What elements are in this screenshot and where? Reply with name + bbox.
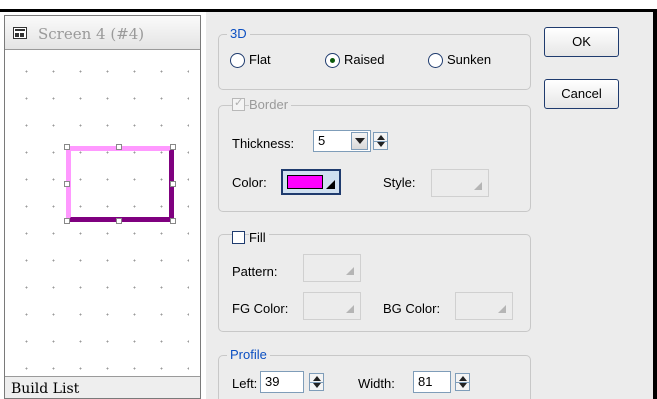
build-list-label: Build List <box>11 381 80 397</box>
spinner-icon[interactable] <box>455 373 470 391</box>
color-dropdown-icon <box>326 180 335 189</box>
cancel-button-label: Cancel <box>561 86 602 101</box>
radio-sunken-label[interactable]: Sunken <box>447 52 491 67</box>
radio-raised[interactable] <box>325 53 340 68</box>
thickness-label: Thickness: <box>232 136 295 151</box>
screen-icon <box>13 27 27 39</box>
width-value: 81 <box>418 374 433 389</box>
screen-title: Screen 4 (#4) <box>38 25 145 43</box>
dropdown-arrow-icon[interactable] <box>351 132 368 150</box>
pattern-label: Pattern: <box>232 264 278 279</box>
cancel-button[interactable]: Cancel <box>544 79 619 109</box>
radio-raised-label[interactable]: Raised <box>344 52 384 67</box>
resize-handle[interactable] <box>170 144 176 150</box>
radio-flat-label[interactable]: Flat <box>249 52 271 67</box>
properties-dialog: 3D Flat Raised Sunken OK Cancel Border T… <box>206 12 653 399</box>
resize-handle[interactable] <box>116 144 122 150</box>
width-input[interactable]: 81 <box>413 371 451 393</box>
screen-title-bar[interactable]: Screen 4 (#4) <box>5 16 200 50</box>
resize-handle[interactable] <box>64 181 70 187</box>
resize-handle[interactable] <box>64 144 70 150</box>
left-input[interactable]: 39 <box>260 371 304 393</box>
fill-checkbox[interactable] <box>232 231 245 244</box>
border-style-button[interactable] <box>431 169 489 197</box>
resize-handle[interactable] <box>170 181 176 187</box>
border-color-swatch <box>287 175 323 189</box>
ok-button[interactable]: OK <box>544 27 619 57</box>
color-dropdown-icon <box>346 267 354 275</box>
color-label: Color: <box>232 175 267 190</box>
radio-flat[interactable] <box>230 53 245 68</box>
rectangle-shape[interactable] <box>66 146 174 222</box>
color-dropdown-icon <box>498 305 506 313</box>
build-list-tab[interactable]: Build List <box>5 376 200 398</box>
fg-color-button[interactable] <box>303 292 361 320</box>
radio-sunken[interactable] <box>428 53 443 68</box>
fill-checkbox-label: Fill <box>249 230 269 245</box>
bg-color-label: BG Color: <box>383 301 441 316</box>
thickness-value: 5 <box>318 133 326 148</box>
color-dropdown-icon <box>346 305 354 313</box>
color-dropdown-icon <box>474 182 482 190</box>
spinner-icon[interactable] <box>373 132 388 150</box>
left-value: 39 <box>265 374 280 389</box>
resize-handle[interactable] <box>64 218 70 224</box>
spinner-icon[interactable] <box>309 373 324 391</box>
group-3d-title: 3D <box>227 26 250 41</box>
width-label: Width: <box>358 376 395 391</box>
resize-handle[interactable] <box>116 218 122 224</box>
fg-color-label: FG Color: <box>232 301 289 316</box>
right-border <box>653 12 657 399</box>
border-checkbox-label: Border <box>249 97 292 112</box>
bg-color-button[interactable] <box>455 292 513 320</box>
border-color-button[interactable] <box>281 169 341 195</box>
left-label: Left: <box>232 376 258 391</box>
style-label: Style: <box>383 175 416 190</box>
top-border <box>0 0 657 12</box>
resize-handle[interactable] <box>170 218 176 224</box>
group-profile-title: Profile <box>227 347 270 362</box>
fill-pattern-button[interactable] <box>303 254 361 282</box>
border-checkbox[interactable] <box>232 96 245 111</box>
ok-button-label: OK <box>572 34 591 49</box>
